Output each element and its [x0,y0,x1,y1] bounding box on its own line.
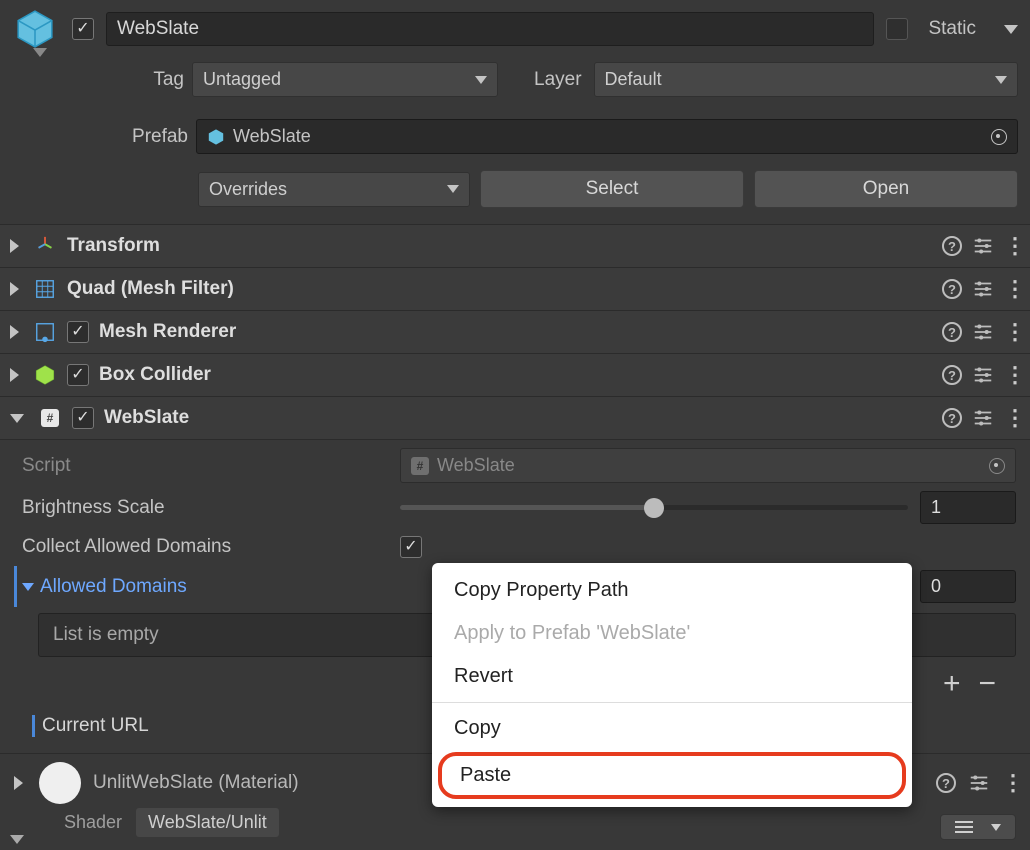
component-webslate[interactable]: # WebSlate ? ⋮ [0,396,1030,440]
enabled-checkbox[interactable] [72,407,94,429]
brightness-value[interactable]: 1 [920,491,1016,524]
menu-revert[interactable]: Revert [432,655,912,698]
fold-icon[interactable] [10,282,19,296]
footer-fold-icon[interactable] [6,835,24,844]
help-icon[interactable]: ? [936,773,956,793]
fold-icon[interactable] [22,583,34,591]
static-checkbox[interactable] [886,18,908,40]
mesh-renderer-icon [33,320,57,344]
tag-dropdown[interactable]: Untagged [192,62,498,97]
kebab-icon[interactable]: ⋮ [1004,405,1018,431]
component-title: WebSlate [104,407,189,429]
help-icon[interactable]: ? [942,365,962,385]
help-icon[interactable]: ? [942,322,962,342]
brightness-label: Brightness Scale [14,497,390,519]
prefab-label: Prefab [100,126,188,148]
context-menu: Copy Property Path Apply to Prefab 'WebS… [432,563,912,807]
material-name: UnlitWebSlate (Material) [93,772,299,794]
presets-icon[interactable] [972,278,994,300]
material-preview-icon [39,762,81,804]
menu-apply-to-prefab: Apply to Prefab 'WebSlate' [432,612,912,655]
menu-copy-property-path[interactable]: Copy Property Path [432,569,912,612]
prefab-object-field[interactable]: WebSlate [196,119,1018,154]
layer-dropdown[interactable]: Default [594,62,1018,97]
script-label: Script [14,455,390,477]
fold-icon[interactable] [10,414,24,423]
enabled-checkbox[interactable] [67,321,89,343]
menu-paste[interactable]: Paste [438,752,906,799]
fold-icon[interactable] [10,368,19,382]
kebab-icon[interactable]: ⋮ [1004,362,1018,388]
allowed-domains-count[interactable]: 0 [920,570,1016,603]
brightness-property: Brightness Scale 1 [14,487,1016,528]
script-icon: # [38,406,62,430]
allowed-domains-label[interactable]: Allowed Domains [14,576,390,598]
menu-separator [432,702,912,703]
static-label: Static [928,18,976,40]
fold-icon[interactable] [14,776,23,790]
chevron-down-icon [447,185,459,193]
tag-label: Tag [134,69,184,91]
script-field[interactable]: # WebSlate [400,448,1016,483]
remove-button[interactable]: − [978,667,996,701]
help-icon[interactable]: ? [942,408,962,428]
static-dropdown-icon[interactable] [1004,25,1018,34]
add-button[interactable]: + [943,667,961,701]
layer-value: Default [605,69,662,90]
chevron-down-icon [995,76,1007,84]
fold-icon[interactable] [10,239,19,253]
gameobject-name-input[interactable] [106,12,874,46]
help-icon[interactable]: ? [942,236,962,256]
fold-icon[interactable] [10,325,19,339]
footer-list-button[interactable] [940,814,1016,840]
component-title: Transform [67,235,160,257]
object-picker-icon[interactable] [989,458,1005,474]
presets-icon[interactable] [972,364,994,386]
layer-label: Layer [534,69,582,91]
open-button[interactable]: Open [754,170,1018,208]
collect-domains-property: Collect Allowed Domains [14,528,1016,566]
mesh-filter-icon [33,277,57,301]
inspector-header: Static Tag Untagged Layer Default Prefab [0,0,1030,212]
component-title: Quad (Mesh Filter) [67,278,234,300]
presets-icon[interactable] [968,772,990,794]
component-transform[interactable]: Transform ? ⋮ [0,224,1030,268]
component-title: Box Collider [99,364,211,386]
component-mesh-renderer[interactable]: Mesh Renderer ? ⋮ [0,310,1030,354]
kebab-icon[interactable]: ⋮ [1004,233,1018,259]
tag-value: Untagged [203,69,281,90]
collect-checkbox[interactable] [400,536,422,558]
prefab-value: WebSlate [233,126,311,147]
collect-label: Collect Allowed Domains [14,536,390,558]
overrides-dropdown[interactable]: Overrides [198,172,470,207]
shader-row: Shader WebSlate/Unlit [0,808,1030,847]
chevron-down-icon [475,76,487,84]
object-picker-icon[interactable] [991,129,1007,145]
active-checkbox[interactable] [72,18,94,40]
component-box-collider[interactable]: Box Collider ? ⋮ [0,353,1030,397]
shader-dropdown[interactable]: WebSlate/Unlit [136,808,279,837]
presets-icon[interactable] [972,321,994,343]
component-mesh-filter[interactable]: Quad (Mesh Filter) ? ⋮ [0,267,1030,311]
script-value: WebSlate [437,455,515,476]
script-property: Script # WebSlate [14,444,1016,487]
gameobject-icon[interactable] [8,8,62,57]
menu-copy[interactable]: Copy [432,707,912,750]
box-collider-icon [33,363,57,387]
shader-label: Shader [64,812,122,833]
kebab-icon[interactable]: ⋮ [1004,276,1018,302]
select-button[interactable]: Select [480,170,744,208]
help-icon[interactable]: ? [942,279,962,299]
kebab-icon[interactable]: ⋮ [1004,319,1018,345]
kebab-icon[interactable]: ⋮ [1002,770,1016,796]
overrides-label: Overrides [209,179,287,200]
enabled-checkbox[interactable] [67,364,89,386]
brightness-slider[interactable] [400,505,908,510]
transform-icon [33,234,57,258]
presets-icon[interactable] [972,407,994,429]
component-title: Mesh Renderer [99,321,236,343]
component-list: Transform ? ⋮ Quad (Mesh Filter) ? ⋮ Mes… [0,224,1030,440]
list-icon [955,821,973,833]
presets-icon[interactable] [972,235,994,257]
